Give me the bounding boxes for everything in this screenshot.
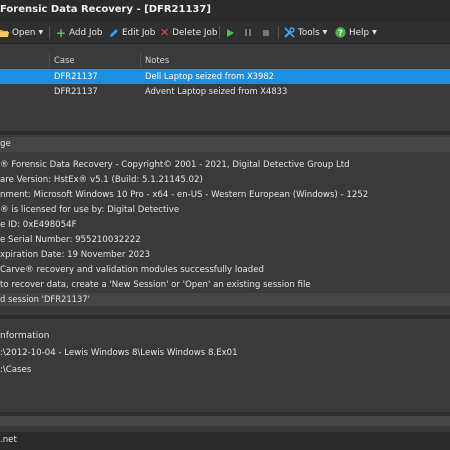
information-panel-header: nformation [0, 329, 450, 344]
chevron-down-icon: ▼ [372, 29, 377, 36]
cell-notes: Dell Laptop seized from X3982 [145, 71, 274, 81]
splitter[interactable] [0, 131, 450, 135]
message-line: to recover data, create a 'New Session' … [0, 280, 311, 290]
table-row[interactable]: DFR21137 Advent Laptop seized from X4833 [0, 84, 450, 99]
tools-menu-button[interactable]: Tools ▼ [284, 22, 327, 43]
edit-job-button[interactable]: Edit Job [109, 22, 155, 43]
add-job-button[interactable]: + Add Job [56, 22, 102, 43]
toolbar: Open ▼ + Add Job Edit Job ✕ Delete Job T… [0, 22, 450, 44]
title-bar: Forensic Data Recovery - [DFR21137] [0, 0, 450, 22]
help-menu-button[interactable]: ? Help ▼ [335, 22, 377, 43]
chevron-down-icon: ▼ [322, 29, 328, 36]
stop-icon [263, 29, 269, 36]
pause-button[interactable] [244, 22, 252, 43]
message-line: Carve® recovery and validation modules s… [0, 265, 264, 275]
pause-icon [245, 29, 251, 36]
message-line: e Serial Number: 955210032222 [0, 235, 141, 245]
close-icon: ✕ [160, 26, 170, 39]
messages-panel-header: ge [0, 137, 450, 152]
chevron-down-icon: ▼ [38, 29, 44, 36]
status-bar-text: .net [0, 435, 17, 445]
cell-case: DFR21137 [54, 71, 98, 81]
svg-text:?: ? [338, 28, 343, 37]
message-line: ® Forensic Data Recovery - Copyright© 20… [0, 160, 350, 170]
message-line: nment: Microsoft Windows 10 Pro - x64 - … [0, 190, 369, 200]
message-line: are Version: HstEx® v5.1 (Build: 5.1.211… [0, 175, 203, 185]
plus-icon: + [56, 25, 67, 40]
play-icon [227, 28, 234, 37]
column-header-notes[interactable]: Notes [145, 53, 169, 67]
toolbar-separator [278, 26, 279, 39]
open-button[interactable]: Open ▼ [0, 22, 43, 43]
window-title: Forensic Data Recovery - [DFR21137] [0, 4, 211, 15]
cell-case: DFR21137 [54, 86, 98, 96]
splitter[interactable] [0, 315, 450, 319]
folder-icon [0, 29, 9, 37]
session-status: d session 'DFR21137' [0, 293, 450, 306]
message-line: ® is licensed for use by: Digital Detect… [0, 205, 180, 215]
pencil-icon [110, 28, 118, 37]
message-line: e ID: 0xE498054F [0, 220, 77, 230]
tools-icon [284, 27, 295, 38]
delete-job-button[interactable]: ✕ Delete Job [160, 22, 217, 43]
stop-button[interactable] [262, 22, 270, 43]
message-line: xpiration Date: 19 November 2023 [0, 250, 151, 260]
cell-notes: Advent Laptop seized from X4833 [145, 86, 288, 96]
run-button[interactable] [226, 22, 235, 43]
help-icon: ? [335, 27, 346, 38]
toolbar-separator [219, 26, 220, 39]
info-line: :\2012-10-04 - Lewis Windows 8\Lewis Win… [0, 348, 238, 358]
panel-footer [0, 416, 450, 426]
column-header-case[interactable]: Case [54, 53, 75, 67]
table-row[interactable]: DFR21137 Dell Laptop seized from X3982 [0, 69, 450, 84]
jobs-grid: Case Notes DFR21137 Dell Laptop seized f… [0, 53, 450, 101]
toolbar-separator [49, 26, 50, 39]
status-bar: .net [0, 432, 450, 450]
open-label: Open [12, 27, 36, 38]
info-line: :\Cases [0, 365, 32, 375]
